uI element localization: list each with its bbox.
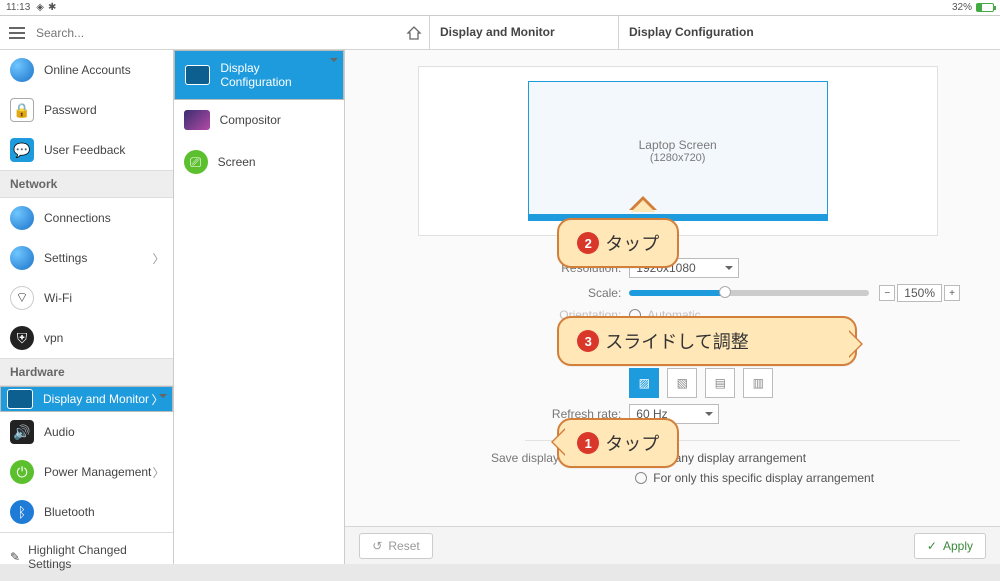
compositor-icon [184, 110, 210, 130]
subnav-display-configuration[interactable]: Display Configuration [174, 50, 345, 100]
chevron-right-icon: 〉 [153, 250, 165, 267]
scale-minus-button[interactable]: − [879, 285, 895, 301]
sidebar-item-display-and-monitor[interactable]: Display and Monitor 〉 [0, 386, 173, 412]
slider-knob[interactable] [719, 286, 731, 298]
footer-buttons: ↺ Reset ✓ Apply [345, 526, 1000, 564]
sidebar-item-label: Wi-Fi [44, 291, 72, 305]
sidebar-item-label: Password [44, 103, 97, 117]
orientation-270-button[interactable]: ▥ [743, 368, 773, 398]
callout-number: 2 [577, 232, 599, 254]
main-content: Laptop Screen (1280x720) Resolution: 192… [345, 50, 1000, 564]
callout-number: 1 [577, 432, 599, 454]
orientation-90-button[interactable]: ▧ [667, 368, 697, 398]
chevron-right-icon: 〉 [152, 391, 164, 408]
search-input[interactable] [34, 19, 399, 47]
callout-1: 1 タップ [557, 418, 679, 468]
screen-icon: ⎚ [184, 150, 208, 174]
sidebar-item-label: Power Management [44, 465, 151, 479]
sidebar-item-vpn[interactable]: ⛨ vpn [0, 318, 173, 358]
monitor-icon [7, 389, 33, 409]
highlight-changed-settings[interactable]: ✎ Highlight Changed Settings [0, 532, 173, 581]
status-time: 11:13 [6, 2, 30, 13]
undo-icon: ↺ [372, 539, 382, 553]
display-preview-laptop[interactable]: Laptop Screen (1280x720) [528, 81, 828, 221]
callout-3: 3 スライドして調整 [557, 316, 857, 366]
globe-icon [10, 246, 34, 270]
home-icon[interactable] [399, 18, 429, 48]
sidebar-category-network: Network [0, 170, 173, 198]
pencil-icon: ✎ [10, 550, 20, 564]
subpanel-title: Display and Monitor [430, 16, 618, 50]
sidebar-item-label: Display and Monitor [43, 392, 149, 406]
orientation-180-button[interactable]: ▤ [705, 368, 735, 398]
sidebar-item-label: User Feedback [44, 143, 125, 157]
menu-icon[interactable] [0, 16, 34, 50]
sidebar-item-bluetooth[interactable]: ᛒ Bluetooth [0, 492, 173, 532]
subnav-compositor[interactable]: Compositor [174, 100, 345, 140]
bluetooth-icon: ✱ [48, 2, 56, 13]
status-bar: 11:13 ◈ ✱ 32% [0, 0, 1000, 16]
reset-button[interactable]: ↺ Reset [359, 533, 432, 559]
apply-button[interactable]: ✓ Apply [914, 533, 986, 559]
sidebar-item-label: Audio [44, 425, 75, 439]
subpanel: Display Configuration Compositor ⎚ Scree… [174, 50, 346, 564]
display-preview-res: (1280x720) [650, 152, 706, 164]
battery-icon [976, 3, 994, 12]
scale-label: Scale: [545, 286, 629, 300]
globe-icon [10, 58, 34, 82]
save-specific-radio[interactable] [635, 472, 647, 484]
wifi-icon: ◈ [36, 2, 44, 13]
power-icon: ⏻ [10, 460, 34, 484]
scale-plus-button[interactable]: + [944, 285, 960, 301]
shield-icon: ⛨ [10, 326, 34, 350]
sidebar-category-hardware: Hardware [0, 358, 173, 386]
sidebar-item-label: Online Accounts [44, 63, 131, 77]
page-title: Display Configuration [619, 16, 1000, 50]
orientation-normal-button[interactable]: ▨ [629, 368, 659, 398]
callout-text: タップ [605, 230, 659, 256]
header-row: Display and Monitor Display Configuratio… [0, 16, 1000, 50]
subnav-label: Compositor [220, 113, 281, 127]
monitor-icon [185, 65, 211, 85]
wifi-icon: ⌔ [10, 286, 34, 310]
bluetooth-icon: ᛒ [10, 500, 34, 524]
callout-text: スライドして調整 [605, 328, 748, 354]
sidebar-item-power-management[interactable]: ⏻ Power Management 〉 [0, 452, 173, 492]
highlight-label: Highlight Changed Settings [28, 543, 163, 571]
chevron-right-icon: 〉 [153, 464, 165, 481]
sidebar-item-label: vpn [44, 331, 63, 345]
sidebar-item-online-accounts[interactable]: Online Accounts [0, 50, 173, 90]
sidebar-item-user-feedback[interactable]: 💬 User Feedback [0, 130, 173, 170]
sidebar: Online Accounts 🔒 Password 💬 User Feedba… [0, 50, 174, 564]
sidebar-item-label: Settings [44, 251, 87, 265]
subnav-screen[interactable]: ⎚ Screen [174, 140, 345, 184]
sidebar-item-wifi[interactable]: ⌔ Wi-Fi [0, 278, 173, 318]
scale-slider[interactable] [629, 290, 869, 296]
sidebar-item-audio[interactable]: 🔊 Audio [0, 412, 173, 452]
chat-icon: 💬 [10, 138, 34, 162]
callout-2: 2 タップ [557, 218, 679, 268]
sidebar-item-label: Bluetooth [44, 505, 95, 519]
callout-text: タップ [605, 430, 659, 456]
sidebar-item-password[interactable]: 🔒 Password [0, 90, 173, 130]
sidebar-item-label: Connections [44, 211, 111, 225]
subnav-label: Screen [218, 155, 256, 169]
display-preview-name: Laptop Screen [639, 138, 717, 152]
scale-value[interactable]: 150% [897, 284, 942, 302]
check-icon: ✓ [927, 539, 937, 553]
lock-icon: 🔒 [10, 98, 34, 122]
save-specific-label: For only this specific display arrangeme… [653, 471, 874, 485]
battery-percent: 32% [952, 2, 972, 13]
sidebar-item-connections[interactable]: Connections [0, 198, 173, 238]
callout-number: 3 [577, 330, 599, 352]
speaker-icon: 🔊 [10, 420, 34, 444]
globe-icon [10, 206, 34, 230]
sidebar-item-settings[interactable]: Settings 〉 [0, 238, 173, 278]
subnav-label: Display Configuration [220, 61, 333, 89]
display-preview-area: Laptop Screen (1280x720) [418, 66, 938, 236]
